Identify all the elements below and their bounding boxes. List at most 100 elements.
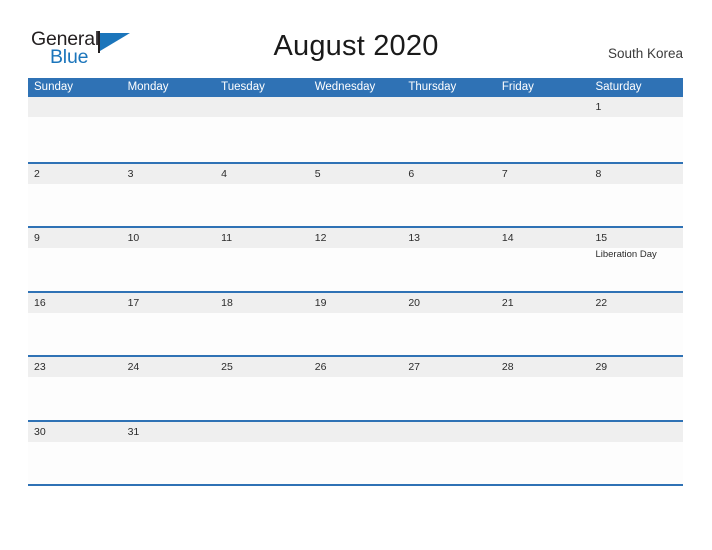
day-empty-cell bbox=[402, 422, 496, 442]
day-event-cell bbox=[28, 313, 122, 355]
day-number-cell[interactable]: 10 bbox=[122, 228, 216, 248]
week-event-band bbox=[28, 377, 683, 419]
day-number-cell[interactable]: 28 bbox=[496, 357, 590, 377]
day-number-cell[interactable]: 18 bbox=[215, 293, 309, 313]
week-event-band bbox=[28, 184, 683, 226]
calendar-week-row: 23 24 25 26 27 28 29 bbox=[28, 355, 683, 420]
weekday-header-saturday: Saturday bbox=[595, 81, 642, 93]
day-empty-cell bbox=[309, 97, 403, 117]
day-event-cell bbox=[496, 184, 590, 226]
day-number-cell[interactable]: 3 bbox=[122, 164, 216, 184]
day-empty-cell bbox=[496, 97, 590, 117]
day-event-cell bbox=[402, 184, 496, 226]
day-empty-cell bbox=[309, 422, 403, 442]
day-event-cell bbox=[589, 117, 683, 159]
day-event-cell bbox=[122, 313, 216, 355]
day-number-cell[interactable]: 12 bbox=[309, 228, 403, 248]
day-number-cell[interactable]: 20 bbox=[402, 293, 496, 313]
page-title: August 2020 bbox=[273, 30, 439, 62]
week-date-band: 2345678 bbox=[28, 163, 683, 184]
day-number-cell[interactable]: 8 bbox=[589, 164, 683, 184]
day-event-cell bbox=[496, 442, 590, 484]
day-empty-cell bbox=[122, 97, 216, 117]
day-number-cell[interactable]: 6 bbox=[402, 164, 496, 184]
day-event-cell bbox=[215, 184, 309, 226]
day-empty-cell bbox=[496, 422, 590, 442]
day-number-cell[interactable]: 15 bbox=[589, 228, 683, 248]
week-event-band bbox=[28, 117, 683, 159]
day-event-cell bbox=[589, 313, 683, 355]
day-event-cell bbox=[215, 313, 309, 355]
day-number-cell[interactable]: 16 bbox=[28, 293, 122, 313]
day-number-cell[interactable]: 30 bbox=[28, 422, 122, 442]
day-empty-cell bbox=[215, 97, 309, 117]
day-number-cell[interactable]: 9 bbox=[28, 228, 122, 248]
page-header: General Blue August 2020 South Korea bbox=[0, 0, 712, 76]
day-number-cell[interactable]: 7 bbox=[496, 164, 590, 184]
week-event-band bbox=[28, 442, 683, 484]
weekday-header-sunday: Sunday bbox=[34, 81, 74, 93]
day-number-cell[interactable]: 1 bbox=[589, 97, 683, 117]
day-empty-cell bbox=[402, 97, 496, 117]
day-event-cell bbox=[402, 313, 496, 355]
week-date-band: 16 17 18 19 20 21 22 bbox=[28, 292, 683, 313]
day-event-cell bbox=[122, 442, 216, 484]
day-event-cell bbox=[496, 248, 590, 290]
day-event-cell bbox=[309, 117, 403, 159]
day-empty-cell bbox=[28, 97, 122, 117]
holiday-label: Liberation Day bbox=[595, 249, 657, 260]
day-number-cell[interactable]: 17 bbox=[122, 293, 216, 313]
calendar-weeks: 1 2 3 4 5 6 7 8 9 10 11 12 13 14 15 Liberation Day 16 17 1… bbox=[28, 97, 683, 484]
weekday-header-tuesday: Tuesday bbox=[221, 81, 265, 93]
week-date-band: 30 31 bbox=[28, 421, 683, 442]
day-event-cell bbox=[402, 442, 496, 484]
calendar-grid: Sunday Monday Tuesday Wednesday Thursday… bbox=[28, 78, 683, 486]
day-event-cell bbox=[28, 442, 122, 484]
day-event-cell bbox=[496, 313, 590, 355]
day-event-cell bbox=[589, 184, 683, 226]
day-event-cell bbox=[122, 377, 216, 419]
day-number-cell[interactable]: 4 bbox=[215, 164, 309, 184]
day-event-cell bbox=[309, 248, 403, 290]
weekday-header-monday: Monday bbox=[127, 81, 169, 93]
calendar-week-row: 30 31 bbox=[28, 419, 683, 484]
day-number-cell[interactable]: 2 bbox=[28, 164, 122, 184]
day-number-cell[interactable]: 5 bbox=[309, 164, 403, 184]
day-number-cell[interactable]: 31 bbox=[122, 422, 216, 442]
day-number-cell[interactable]: 25 bbox=[215, 357, 309, 377]
day-empty-cell bbox=[589, 422, 683, 442]
country-label: South Korea bbox=[607, 46, 683, 61]
day-event-cell bbox=[122, 117, 216, 159]
day-event-cell bbox=[309, 313, 403, 355]
day-event-cell bbox=[122, 248, 216, 290]
week-date-band: 23 24 25 26 27 28 29 bbox=[28, 357, 683, 377]
day-number-cell[interactable]: 19 bbox=[309, 293, 403, 313]
day-number-cell[interactable]: 14 bbox=[496, 228, 590, 248]
day-empty-cell bbox=[215, 422, 309, 442]
day-number-cell[interactable]: 27 bbox=[402, 357, 496, 377]
day-number-cell[interactable]: 23 bbox=[28, 357, 122, 377]
day-number-cell[interactable]: 13 bbox=[402, 228, 496, 248]
day-number-cell[interactable]: 29 bbox=[589, 357, 683, 377]
day-number-cell[interactable]: 21 bbox=[496, 293, 590, 313]
day-event-cell bbox=[215, 377, 309, 419]
day-number-cell[interactable]: 24 bbox=[122, 357, 216, 377]
day-number-cell[interactable]: 11 bbox=[215, 228, 309, 248]
day-event-cell bbox=[309, 377, 403, 419]
weekday-header-thursday: Thursday bbox=[408, 81, 457, 93]
calendar-week-row: 1 bbox=[28, 97, 683, 162]
day-event-cell bbox=[28, 248, 122, 290]
day-event-cell bbox=[215, 117, 309, 159]
weekday-header-friday: Friday bbox=[501, 81, 534, 93]
day-number-cell[interactable]: 22 bbox=[589, 293, 683, 313]
day-event-cell bbox=[589, 377, 683, 419]
day-event-cell bbox=[122, 184, 216, 226]
day-event-cell bbox=[496, 377, 590, 419]
day-event-cell bbox=[309, 442, 403, 484]
calendar-bottom-border bbox=[28, 484, 683, 486]
day-event-cell bbox=[28, 117, 122, 159]
weekday-header-wednesday: Wednesday bbox=[314, 81, 376, 93]
week-event-band: Liberation Day bbox=[28, 248, 683, 290]
calendar-week-row: 9 10 11 12 13 14 15 Liberation Day bbox=[28, 226, 683, 291]
day-number-cell[interactable]: 26 bbox=[309, 357, 403, 377]
